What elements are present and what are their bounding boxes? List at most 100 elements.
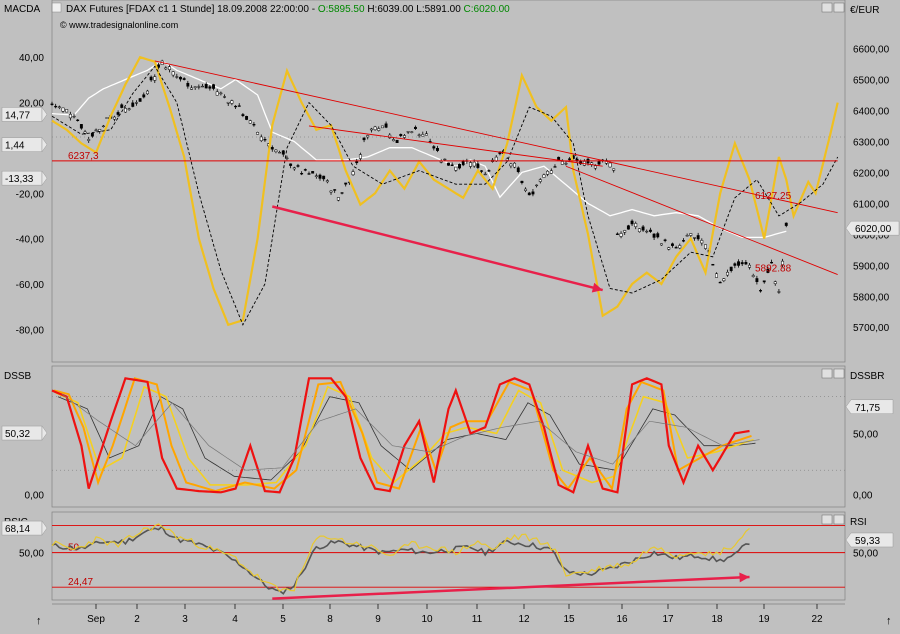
candle-body	[120, 104, 124, 108]
candle-body	[366, 135, 370, 138]
dssb-panel-frame	[51, 365, 846, 508]
candle-body	[425, 133, 428, 136]
candle-body	[711, 263, 715, 266]
candle-body	[127, 108, 131, 110]
candle-body	[773, 281, 777, 284]
right-tick-label: 6500,00	[853, 76, 890, 87]
candle-body	[153, 76, 157, 81]
candle-body	[98, 128, 102, 132]
candle-body	[311, 171, 315, 174]
candle-body	[164, 67, 168, 70]
left-value-marker-text: 14,77	[5, 110, 30, 121]
candle-body	[101, 125, 105, 128]
panel-toggle-icon[interactable]	[51, 2, 62, 13]
candle-body	[759, 290, 763, 292]
minimize-button[interactable]	[821, 2, 833, 13]
candle-body	[146, 90, 149, 95]
candle-body	[494, 156, 498, 162]
dssb-series-line	[51, 377, 750, 494]
candle-body	[432, 146, 436, 149]
candle-body	[704, 244, 707, 249]
candle-body	[560, 161, 564, 165]
candle-body	[751, 275, 755, 277]
candle-body	[65, 109, 69, 113]
dssb-right-tick: 0,00	[853, 491, 873, 502]
candle-body	[410, 131, 414, 133]
candle-body	[777, 291, 781, 293]
candle-body	[443, 158, 447, 161]
time-axis-label: 17	[662, 614, 674, 625]
candle-body	[123, 108, 127, 113]
right-tick-label: 5700,00	[853, 323, 890, 334]
candle-body	[318, 174, 322, 179]
candle-body	[105, 117, 109, 119]
time-axis-label: 11	[472, 614, 483, 625]
candle-body	[307, 173, 311, 175]
candle-body	[270, 147, 274, 150]
candle-body	[659, 243, 663, 246]
candle-body	[76, 119, 80, 121]
candle-body	[520, 180, 524, 184]
rsic-left-tick: 50,00	[19, 549, 44, 560]
left-value-marker-text: -13,33	[5, 174, 34, 185]
candle-body	[612, 168, 616, 171]
candle-body	[715, 273, 718, 278]
candle-body	[421, 134, 425, 137]
candle-body	[186, 82, 190, 87]
chart-canvas: MACDA DAX Futures [FDAX c1 1 Stunde] 18.…	[1, 0, 900, 627]
rsic-right-title: RSI	[850, 517, 867, 528]
candle-body	[513, 162, 517, 168]
candle-body	[329, 190, 333, 193]
dssb-left-marker-text: 50,32	[5, 429, 30, 440]
candle-body	[259, 136, 263, 141]
rsic-panel: RSICRSI5024,4750,0050,0068,1459,33	[1, 511, 894, 601]
price-panel-frame	[51, 0, 846, 363]
candle-body	[138, 98, 142, 102]
time-axis-label: 2	[134, 614, 140, 625]
candle-body	[90, 132, 94, 137]
candle-body	[215, 91, 219, 96]
close-button[interactable]	[833, 2, 845, 13]
candle-body	[358, 154, 362, 159]
candle-body	[362, 137, 366, 141]
candle-body	[626, 225, 630, 230]
candle-body	[634, 223, 638, 227]
rsic-left-marker: 68,14	[1, 520, 48, 536]
time-axis-label: Sep	[87, 614, 105, 625]
candle-body	[436, 148, 439, 151]
candle-body	[641, 226, 645, 231]
left-tick-label: -60,00	[16, 280, 45, 291]
candle-body	[487, 170, 491, 172]
scroll-up-icon: ↑	[886, 615, 892, 627]
right-tick-label: 6600,00	[853, 45, 890, 56]
dssb-right-marker-text: 71,75	[855, 403, 880, 414]
left-tick-label: -20,00	[16, 189, 45, 200]
candle-body	[454, 166, 458, 171]
candle-body	[678, 245, 682, 249]
candle-body	[458, 163, 461, 169]
candle-body	[344, 182, 348, 185]
dssb-right-marker: 71,75	[845, 399, 894, 415]
candle-body	[619, 233, 623, 237]
candle-body	[538, 179, 542, 182]
time-axis-label: 19	[758, 614, 770, 625]
right-value-marker: 6020,00	[845, 220, 900, 236]
candle-body	[208, 86, 212, 89]
candle-body	[733, 263, 737, 266]
candle-body	[263, 139, 267, 141]
dssb-panel: DSSBDSSBR50,000,0050,000,0050,3271,75	[1, 365, 894, 508]
dssb-left-tick: 0,00	[25, 491, 45, 502]
candle-body	[524, 188, 528, 191]
candle-body	[226, 101, 230, 104]
candle-body	[480, 170, 483, 172]
left-tick-label: 40,00	[19, 53, 44, 64]
candle-body	[656, 233, 660, 238]
candle-body	[234, 105, 238, 108]
candle-body	[87, 139, 91, 141]
candle-body	[535, 184, 539, 187]
candle-body	[149, 76, 153, 81]
candle-body	[469, 162, 472, 167]
candle-body	[314, 175, 318, 177]
candle-body	[292, 167, 296, 170]
candle-body	[417, 134, 421, 136]
